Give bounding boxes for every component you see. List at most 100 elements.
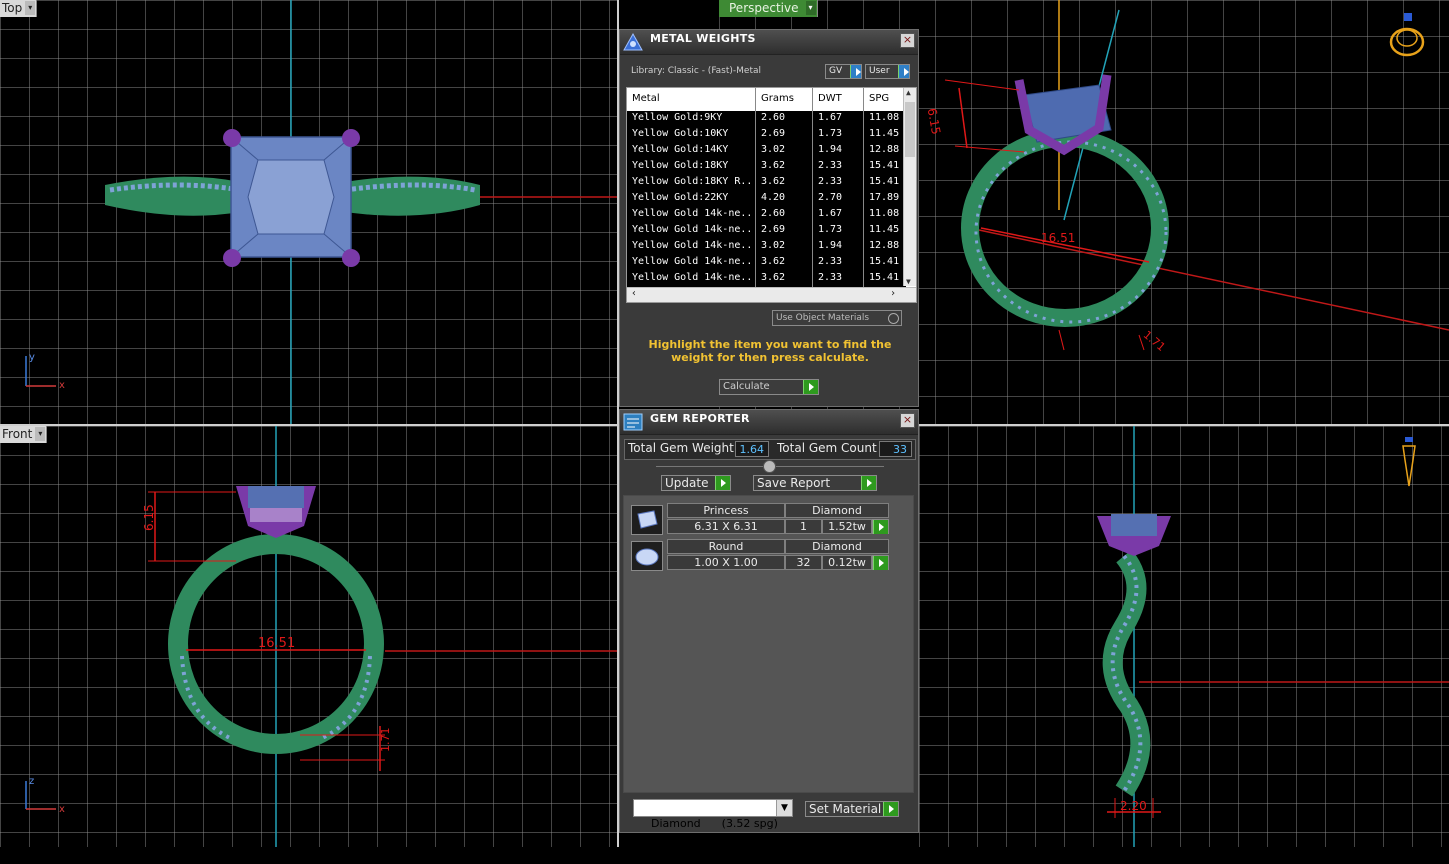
total-gem-weight-value: 1.64: [735, 441, 769, 457]
metal-name: Yellow Gold:9KY: [632, 112, 723, 123]
front-view-label-text: Front: [2, 427, 33, 441]
column-divider: [812, 88, 813, 302]
metal-spg: 12.88: [869, 144, 900, 155]
close-icon[interactable]: ×: [900, 413, 915, 428]
gem-reporter-titlebar[interactable]: GEM REPORTER ×: [620, 410, 918, 435]
metal-dwt: 1.73: [818, 224, 843, 235]
calculate-hint: Highlight the item you want to find the …: [648, 338, 892, 364]
close-icon[interactable]: ×: [900, 33, 915, 48]
chevron-down-icon[interactable]: ▾: [25, 1, 36, 15]
metal-table-hscroll[interactable]: ‹ ›: [627, 287, 916, 302]
metal-grams: 3.62: [761, 256, 786, 267]
gem-material[interactable]: Diamond: [785, 503, 889, 518]
metal-name: Yellow Gold 14k-ne...: [632, 256, 754, 267]
gem-reporter-title: GEM REPORTER: [650, 412, 750, 425]
metal-row[interactable]: Yellow Gold:14KY 3.02 1.94 12.88: [627, 143, 906, 159]
update-button[interactable]: Update: [661, 475, 731, 491]
chevron-down-icon[interactable]: ▼: [776, 800, 792, 816]
user-toggle[interactable]: User: [865, 64, 910, 79]
gem-shape[interactable]: Round: [667, 539, 785, 554]
top-view-canvas: y x: [25, 0, 617, 424]
scroll-right-icon[interactable]: ›: [890, 288, 896, 299]
metal-grams: 3.62: [761, 272, 786, 283]
col-grams[interactable]: Grams: [761, 93, 794, 104]
metal-dwt: 1.67: [818, 112, 843, 123]
select-gem-button[interactable]: [872, 555, 889, 570]
metal-weights-icon: [623, 32, 643, 51]
viewport-right[interactable]: 2.20: [919, 426, 1449, 847]
metal-table[interactable]: Metal Grams DWT SPG Yellow Gold:9KY 2.60 1…: [626, 87, 917, 303]
viewport-front[interactable]: 6.15 16.51 1.71 z x Front ▾: [0, 426, 617, 847]
gem-size[interactable]: 1.00 X 1.00: [667, 555, 785, 570]
user-toggle-label: User: [869, 66, 890, 76]
metal-row[interactable]: Yellow Gold 14k-ne... 3.62 2.33 15.41: [627, 255, 906, 271]
set-material-button[interactable]: Set Material: [805, 801, 899, 817]
gem-count[interactable]: 1: [785, 519, 822, 534]
splitter-handle[interactable]: [763, 460, 776, 473]
metal-row[interactable]: Yellow Gold:10KY 2.69 1.73 11.45: [627, 127, 906, 143]
scroll-down-icon[interactable]: ▼: [906, 277, 911, 286]
gem-list[interactable]: Princess Diamond 6.31 X 6.31 1 1.52tw Ro…: [623, 495, 914, 793]
metal-row[interactable]: Yellow Gold:9KY 2.60 1.67 11.08: [627, 111, 906, 127]
use-object-materials-toggle[interactable]: Use Object Materials: [772, 310, 902, 326]
total-gem-count-label: Total Gem Count: [777, 441, 877, 455]
metal-row[interactable]: Yellow Gold:18KY R... 3.62 2.33 15.41: [627, 175, 906, 191]
gem-count[interactable]: 32: [785, 555, 822, 570]
gem-reporter-panel: GEM REPORTER × Total Gem Weight 1.64 Tot…: [619, 409, 919, 833]
chevron-down-icon[interactable]: ▾: [35, 427, 46, 441]
radio-icon: [888, 313, 899, 324]
viewport-top[interactable]: y x Top ▾: [0, 0, 617, 424]
update-label: Update: [665, 476, 709, 490]
column-divider: [755, 88, 756, 302]
gem-material[interactable]: Diamond: [785, 539, 889, 554]
perspective-view-label[interactable]: Perspective ▾: [719, 0, 818, 17]
chevron-down-icon[interactable]: ▾: [805, 1, 816, 15]
gem-weight[interactable]: 0.12tw: [822, 555, 872, 570]
calculate-label: Calculate: [723, 381, 770, 392]
material-select[interactable]: Diamond (3.52 spg) ▼: [633, 799, 793, 830]
metal-row[interactable]: Yellow Gold:22KY 4.20 2.70 17.89: [627, 191, 906, 207]
scroll-left-icon[interactable]: ‹: [631, 288, 637, 299]
col-metal[interactable]: Metal: [632, 93, 660, 104]
calculate-button[interactable]: Calculate: [719, 379, 819, 395]
front-view-canvas: 6.15 16.51 1.71 z x: [25, 426, 617, 847]
metal-row[interactable]: Yellow Gold 14k-ne... 3.62 2.33 15.41: [627, 271, 906, 287]
scroll-up-icon[interactable]: ▲: [906, 88, 911, 97]
save-report-button[interactable]: Save Report: [753, 475, 877, 491]
metal-name: Yellow Gold 14k-ne...: [632, 272, 754, 283]
gem-shape[interactable]: Princess: [667, 503, 785, 518]
metal-dwt: 2.33: [818, 272, 843, 283]
front-view-label[interactable]: Front ▾: [0, 426, 48, 443]
persp-dim-band: 1.71: [1141, 328, 1168, 354]
metal-weights-titlebar[interactable]: METAL WEIGHTS ×: [620, 30, 918, 55]
metal-spg: 11.45: [869, 128, 900, 139]
gv-toggle[interactable]: GV: [825, 64, 862, 79]
total-gem-weight-label: Total Gem Weight: [628, 441, 734, 455]
metal-grams: 4.20: [761, 192, 786, 203]
metal-table-header: Metal Grams DWT SPG: [627, 88, 906, 110]
metal-row[interactable]: Yellow Gold 14k-ne... 2.60 1.67 11.08: [627, 207, 906, 223]
gem-weight[interactable]: 1.52tw: [822, 519, 872, 534]
column-divider: [863, 88, 864, 302]
col-spg[interactable]: SPG: [869, 93, 889, 104]
metal-dwt: 1.73: [818, 128, 843, 139]
metal-name: Yellow Gold:18KY R...: [632, 176, 754, 187]
metal-grams: 2.69: [761, 128, 786, 139]
metal-dwt: 2.70: [818, 192, 843, 203]
col-dwt[interactable]: DWT: [818, 93, 842, 104]
top-view-label[interactable]: Top ▾: [0, 0, 38, 17]
metal-spg: 12.88: [869, 240, 900, 251]
metal-grams: 3.62: [761, 160, 786, 171]
scroll-thumb[interactable]: [905, 102, 915, 157]
metal-table-vscroll[interactable]: ▲ ▼: [903, 88, 916, 286]
metal-name: Yellow Gold 14k-ne...: [632, 224, 754, 235]
library-label: Library: Classic - (Fast)-Metal: [631, 66, 762, 76]
metal-row[interactable]: Yellow Gold:18KY 3.62 2.33 15.41: [627, 159, 906, 175]
persp-dim-diameter: 16.51: [1041, 231, 1075, 245]
select-gem-button[interactable]: [872, 519, 889, 534]
gem-size[interactable]: 6.31 X 6.31: [667, 519, 785, 534]
princess-gem-icon[interactable]: [631, 505, 663, 535]
round-gem-icon[interactable]: [631, 541, 663, 571]
metal-row[interactable]: Yellow Gold 14k-ne... 3.02 1.94 12.88: [627, 239, 906, 255]
metal-row[interactable]: Yellow Gold 14k-ne... 2.69 1.73 11.45: [627, 223, 906, 239]
